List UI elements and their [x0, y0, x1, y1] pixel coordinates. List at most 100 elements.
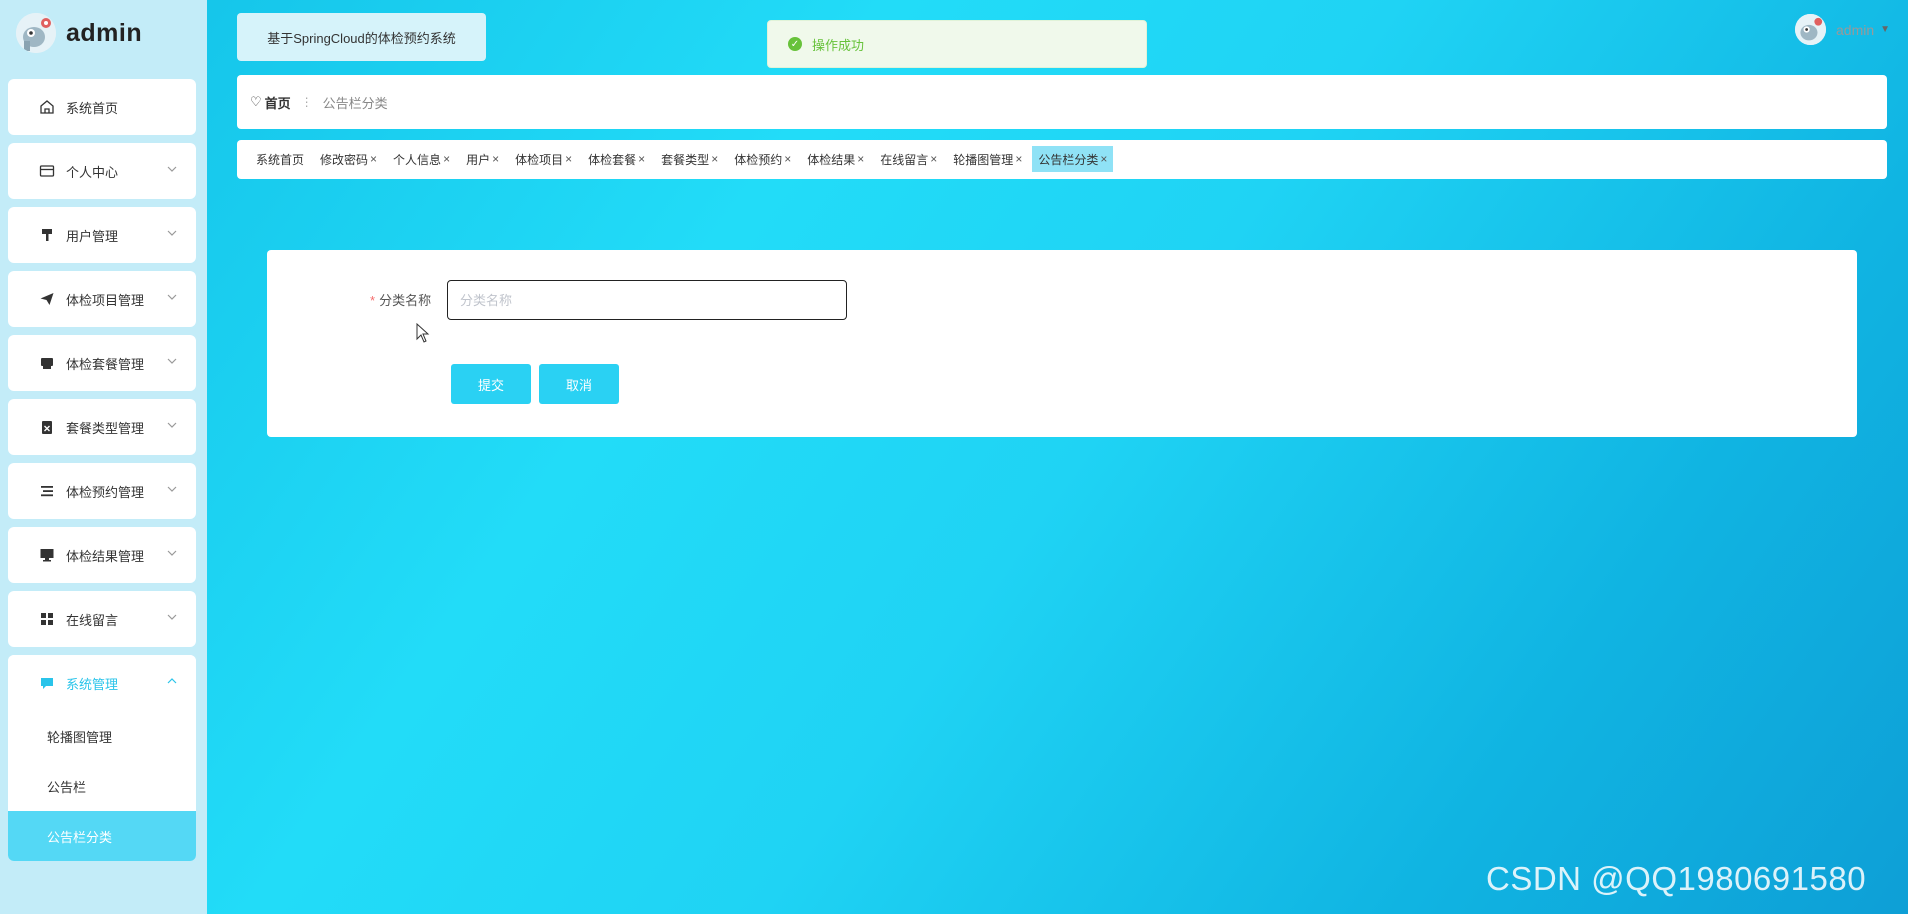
tab-close-icon[interactable]: × — [1015, 152, 1022, 166]
sidebar-group-system-management: 系统管理 轮播图管理 公告栏 公告栏分类 — [8, 655, 196, 861]
sidebar-item-label: 系统管理 — [66, 676, 119, 692]
list-icon — [38, 482, 56, 500]
tab-label: 轮播图管理 — [953, 152, 1014, 167]
chevron-down-icon — [166, 419, 178, 431]
success-toast: ✓ 操作成功 — [767, 20, 1147, 68]
chevron-down-icon — [166, 227, 178, 239]
monitor-icon — [38, 546, 56, 564]
sidebar-item-label: 体检结果管理 — [66, 548, 145, 564]
cancel-button[interactable]: 取消 — [539, 364, 619, 404]
sidebar-item-exam-appointments[interactable]: 体检预约管理 — [8, 463, 196, 519]
tab-item[interactable]: 体检套餐 × — [582, 146, 651, 172]
tab-close-icon[interactable]: × — [492, 152, 499, 166]
tab-label: 公告栏分类 — [1038, 152, 1099, 167]
printer-icon — [38, 354, 56, 372]
tab-label: 套餐类型 — [661, 152, 710, 167]
sidebar-item-user-management[interactable]: 用户管理 — [8, 207, 196, 263]
user-menu[interactable]: admin ▼ — [1795, 14, 1890, 45]
tab-label: 修改密码 — [320, 152, 369, 167]
sidebar-item-online-messages[interactable]: 在线留言 — [8, 591, 196, 647]
mouse-cursor-icon — [416, 322, 430, 346]
breadcrumb-current: 公告栏分类 — [322, 95, 388, 111]
tab-item[interactable]: 用户 × — [460, 146, 505, 172]
chevron-down-icon — [166, 547, 178, 559]
home-icon — [38, 98, 56, 116]
tab-item[interactable]: 体检预约 × — [728, 146, 797, 172]
tab-close-icon[interactable]: × — [857, 152, 864, 166]
tab-close-icon[interactable]: × — [370, 152, 377, 166]
tab-label: 系统首页 — [256, 152, 305, 167]
form-card: *分类名称 提交 取消 — [267, 250, 1857, 437]
sidebar-item-label: 用户管理 — [66, 228, 119, 244]
tab-label: 个人信息 — [393, 152, 442, 167]
caret-down-icon: ▼ — [1880, 24, 1891, 35]
card-icon — [38, 162, 56, 180]
system-title: 基于SpringCloud的体检预约系统 — [237, 13, 486, 61]
tab-label: 体检结果 — [807, 152, 856, 167]
tab-label: 体检套餐 — [588, 152, 637, 167]
tab-close-icon[interactable]: × — [930, 152, 937, 166]
tab-item[interactable]: 套餐类型 × — [655, 146, 724, 172]
sidebar-item-label: 系统首页 — [66, 100, 119, 116]
sidebar-item-label: 套餐类型管理 — [66, 420, 145, 436]
breadcrumb-home[interactable]: 首页 — [265, 93, 291, 112]
sidebar-subitem-notice-category[interactable]: 公告栏分类 — [8, 811, 196, 861]
tab-label: 在线留言 — [880, 152, 929, 167]
user-name: admin — [1836, 21, 1875, 38]
tab-close-icon[interactable]: × — [638, 152, 645, 166]
brand-logo-icon — [16, 13, 56, 53]
sidebar-item-exam-packages[interactable]: 体检套餐管理 — [8, 335, 196, 391]
hammer-icon — [38, 226, 56, 244]
tab-item[interactable]: 在线留言 × — [874, 146, 943, 172]
tab-label: 体检项目 — [515, 152, 564, 167]
sidebar-item-label: 体检套餐管理 — [66, 356, 145, 372]
tab-label: 体检预约 — [734, 152, 783, 167]
chevron-down-icon — [166, 483, 178, 495]
tab-item[interactable]: 系统首页 — [250, 146, 310, 172]
tab-close-icon[interactable]: × — [1100, 152, 1107, 166]
tab-item[interactable]: 体检结果 × — [801, 146, 870, 172]
paper-plane-icon — [38, 290, 56, 308]
sidebar-item-label: 体检预约管理 — [66, 484, 145, 500]
avatar — [1795, 14, 1826, 45]
toast-message: 操作成功 — [812, 37, 865, 53]
tab-item[interactable]: 公告栏分类 × — [1032, 146, 1114, 172]
sidebar-item-label: 个人中心 — [66, 164, 119, 180]
sidebar: admin 系统首页 个人中心 用户管理 体检项目管理 体检套餐管理 套餐类型管… — [0, 0, 207, 914]
chat-icon — [38, 674, 56, 692]
tab-item[interactable]: 体检项目 × — [509, 146, 578, 172]
sidebar-item-personal-center[interactable]: 个人中心 — [8, 143, 196, 199]
sidebar-subitem-notice[interactable]: 公告栏 — [8, 761, 196, 811]
sidebar-item-exam-items[interactable]: 体检项目管理 — [8, 271, 196, 327]
sidebar-item-label: 体检项目管理 — [66, 292, 145, 308]
required-mark: * — [370, 293, 376, 308]
check-circle-icon: ✓ — [788, 37, 802, 51]
submit-button[interactable]: 提交 — [451, 364, 531, 404]
sidebar-item-exam-results[interactable]: 体检结果管理 — [8, 527, 196, 583]
chevron-down-icon — [166, 291, 178, 303]
sidebar-item-package-types[interactable]: 套餐类型管理 — [8, 399, 196, 455]
sidebar-subitem-carousel[interactable]: 轮播图管理 — [8, 711, 196, 761]
chevron-down-icon — [166, 611, 178, 623]
tab-close-icon[interactable]: × — [443, 152, 450, 166]
category-name-label: * 分类名称 — [370, 290, 431, 309]
tab-item[interactable]: 修改密码 × — [314, 146, 383, 172]
category-name-input[interactable] — [447, 280, 847, 320]
tab-close-icon[interactable]: × — [711, 152, 718, 166]
sidebar-item-system-management[interactable]: 系统管理 — [8, 655, 196, 711]
grid-icon — [38, 610, 56, 628]
chevron-up-icon — [166, 675, 178, 687]
field-label-text: 分类名称 — [379, 293, 432, 308]
chevron-down-icon — [166, 163, 178, 175]
tab-item[interactable]: 轮播图管理 × — [947, 146, 1028, 172]
tab-close-icon[interactable]: × — [784, 152, 791, 166]
sidebar-item-label: 在线留言 — [66, 612, 119, 628]
chevron-down-icon — [166, 355, 178, 367]
breadcrumb: ♡ 首页 ⋮ 公告栏分类 — [237, 75, 1887, 129]
tab-item[interactable]: 个人信息 × — [387, 146, 456, 172]
clipboard-x-icon — [38, 418, 56, 436]
breadcrumb-separator: ⋮ — [300, 95, 313, 109]
tabs-bar: 系统首页 修改密码 × 个人信息 × 用户 × 体检项目 × 体检套餐 × 套餐类型 × 体检预约 × 体检结… — [237, 140, 1887, 179]
tab-close-icon[interactable]: × — [565, 152, 572, 166]
sidebar-item-home[interactable]: 系统首页 — [8, 79, 196, 135]
